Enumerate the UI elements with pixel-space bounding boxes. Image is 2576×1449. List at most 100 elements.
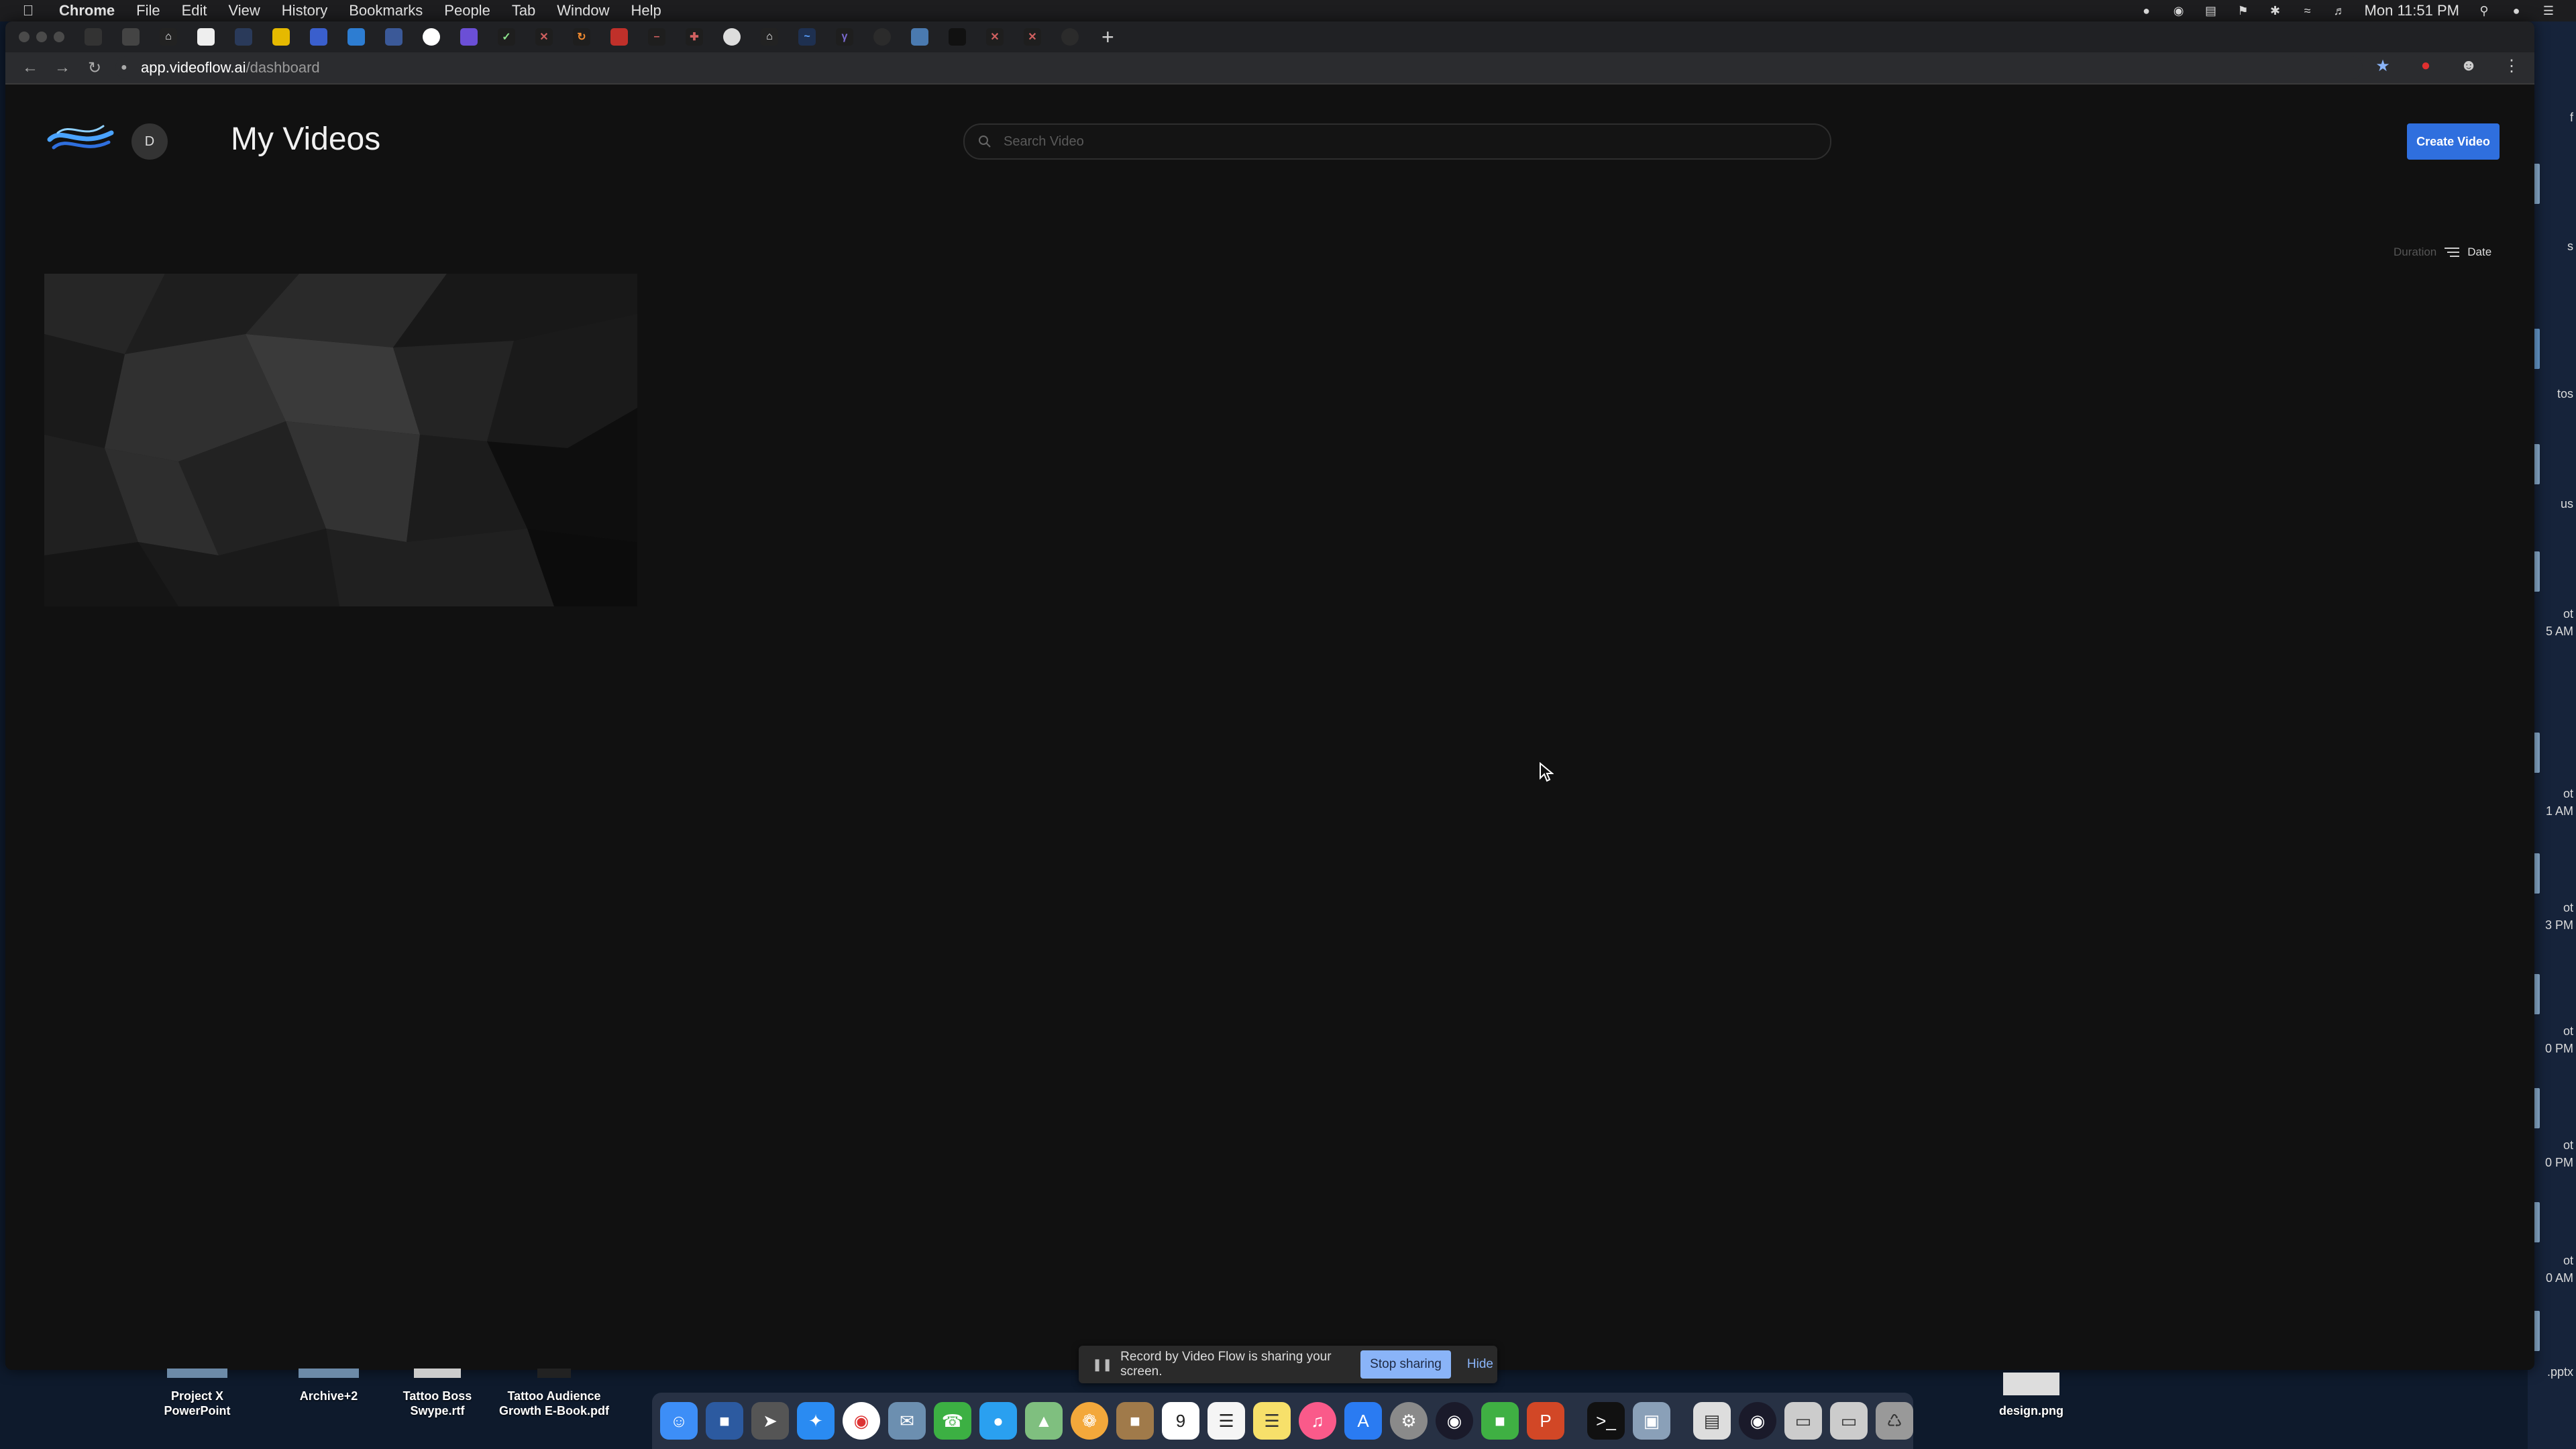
clipboard-icon[interactable]: ▤ [2204, 3, 2218, 18]
bluetooth-icon[interactable]: ✱ [2268, 3, 2283, 18]
wifi-icon[interactable]: ≈ [2300, 3, 2315, 18]
keynote-icon[interactable]: ■ [706, 1402, 743, 1440]
desktop-file[interactable]: design.png [1964, 1373, 2098, 1418]
back-icon[interactable]: ← [19, 56, 42, 79]
menu-help[interactable]: Help [631, 2, 661, 19]
menu-edit[interactable]: Edit [182, 2, 207, 19]
tab-favicon[interactable]: ✕ [1024, 28, 1041, 46]
browser-menu-icon[interactable]: ⋮ [2502, 56, 2521, 75]
music-icon[interactable]: ♫ [1299, 1402, 1336, 1440]
menu-tab[interactable]: Tab [512, 2, 535, 19]
tab-favicon[interactable] [310, 28, 327, 46]
launchpad-icon[interactable]: ➤ [751, 1402, 789, 1440]
facetime-icon[interactable]: ☎ [934, 1402, 971, 1440]
tab-favicon[interactable] [272, 28, 290, 46]
apple-icon[interactable]:  [20, 2, 36, 19]
record-app-icon[interactable]: ◉ [1739, 1402, 1776, 1440]
preview-icon[interactable]: ▣ [1633, 1402, 1670, 1440]
extension-record-icon[interactable]: ● [2416, 56, 2435, 75]
profile-avatar-icon[interactable]: ☻ [2459, 56, 2478, 75]
menu-window[interactable]: Window [557, 2, 609, 19]
menu-view[interactable]: View [229, 2, 260, 19]
mail-icon[interactable]: ✉ [888, 1402, 926, 1440]
desktop-file[interactable]: Tattoo Boss Swype.rtf [370, 1368, 504, 1418]
stop-sharing-button[interactable]: Stop sharing [1360, 1350, 1451, 1379]
new-tab-button[interactable]: + [1102, 26, 1114, 48]
minimize-window-button[interactable] [36, 32, 47, 42]
chrome-icon[interactable]: ◉ [843, 1402, 880, 1440]
desktop-file[interactable]: Project X PowerPoint [130, 1368, 264, 1418]
facebook-icon[interactable] [385, 28, 402, 46]
tab-favicon[interactable] [949, 28, 966, 46]
tab-favicon[interactable] [122, 28, 140, 46]
siri-icon[interactable]: ● [2509, 3, 2524, 18]
tab-favicon[interactable] [1061, 28, 1079, 46]
close-window-button[interactable] [19, 32, 30, 42]
checkmark-icon[interactable]: ✓ [498, 28, 515, 46]
safari-icon[interactable]: ✦ [797, 1402, 835, 1440]
record-icon[interactable]: ◉ [2171, 3, 2186, 18]
menu-clock[interactable]: Mon 11:51 PM [2365, 2, 2459, 19]
create-video-button[interactable]: Create Video [2407, 123, 2500, 160]
tab-favicon[interactable] [85, 28, 102, 46]
tab-favicon[interactable] [911, 28, 928, 46]
notification-center-icon[interactable]: ☰ [2541, 3, 2556, 18]
app-store-icon[interactable]: A [1344, 1402, 1382, 1440]
menu-history[interactable]: History [282, 2, 327, 19]
search-box[interactable] [963, 123, 1831, 160]
powerpoint-icon[interactable]: P [1527, 1402, 1564, 1440]
flag-icon[interactable]: ⚑ [2236, 3, 2251, 18]
tab-favicon[interactable] [723, 28, 741, 46]
photos-icon[interactable]: ❁ [1071, 1402, 1108, 1440]
menu-file[interactable]: File [136, 2, 160, 19]
menu-bookmarks[interactable]: Bookmarks [349, 2, 423, 19]
reminders-icon[interactable]: ☰ [1208, 1402, 1245, 1440]
numbers-icon[interactable]: ■ [1481, 1402, 1519, 1440]
trash-icon[interactable]: ♺ [1876, 1402, 1913, 1440]
tab-favicon[interactable] [873, 28, 891, 46]
microphone-icon[interactable]: ● [2139, 3, 2154, 18]
screenshot-icon[interactable]: ▭ [1784, 1402, 1822, 1440]
user-avatar[interactable]: D [131, 123, 168, 160]
contacts-icon[interactable]: ■ [1116, 1402, 1154, 1440]
system-preferences-icon[interactable]: ⚙ [1390, 1402, 1428, 1440]
hide-sharing-bar-button[interactable]: Hide [1463, 1356, 1497, 1373]
home-icon[interactable]: ⌂ [761, 28, 778, 46]
tab-favicon[interactable] [423, 28, 440, 46]
sort-date-option[interactable]: Date [2467, 246, 2491, 259]
sort-icon[interactable] [2443, 246, 2461, 258]
messages-icon[interactable]: ● [979, 1402, 1017, 1440]
tab-favicon[interactable] [347, 28, 365, 46]
volume-icon[interactable]: ♬ [2332, 3, 2347, 18]
tab-favicon[interactable] [235, 28, 252, 46]
bookmark-star-icon[interactable]: ★ [2373, 56, 2392, 75]
address-bar[interactable]: ● app.videoflow.ai/dashboard [115, 56, 2363, 79]
search-input[interactable] [1002, 133, 1810, 150]
tab-favicon[interactable] [610, 28, 628, 46]
menu-people[interactable]: People [444, 2, 490, 19]
record-app-icon[interactable]: ◉ [1436, 1402, 1473, 1440]
tab-favicon[interactable]: γ [836, 28, 853, 46]
terminal-icon[interactable]: >_ [1587, 1402, 1625, 1440]
finder-icon[interactable]: ☺ [660, 1402, 698, 1440]
forward-icon[interactable]: → [51, 56, 74, 79]
document-icon[interactable]: ▤ [1693, 1402, 1731, 1440]
reload-icon[interactable]: ↻ [83, 56, 106, 79]
sort-duration-option[interactable]: Duration [2394, 246, 2436, 259]
notes-icon[interactable]: ☰ [1253, 1402, 1291, 1440]
tab-favicon[interactable] [197, 28, 215, 46]
calendar-icon[interactable]: 9 [1162, 1402, 1199, 1440]
maps-icon[interactable]: ▲ [1025, 1402, 1063, 1440]
tab-favicon[interactable]: ✕ [986, 28, 1004, 46]
tab-favicon[interactable]: ✕ [535, 28, 553, 46]
video-card[interactable] [44, 274, 637, 606]
spotlight-search-icon[interactable]: ⚲ [2477, 3, 2491, 18]
tab-favicon[interactable]: – [648, 28, 665, 46]
screenshot-icon[interactable]: ▭ [1830, 1402, 1868, 1440]
tab-favicon[interactable]: ↻ [573, 28, 590, 46]
zoom-window-button[interactable] [54, 32, 64, 42]
home-icon[interactable]: ⌂ [160, 28, 177, 46]
menu-app-name[interactable]: Chrome [59, 2, 115, 19]
tab-favicon[interactable]: ✚ [686, 28, 703, 46]
tab-favicon[interactable] [460, 28, 478, 46]
